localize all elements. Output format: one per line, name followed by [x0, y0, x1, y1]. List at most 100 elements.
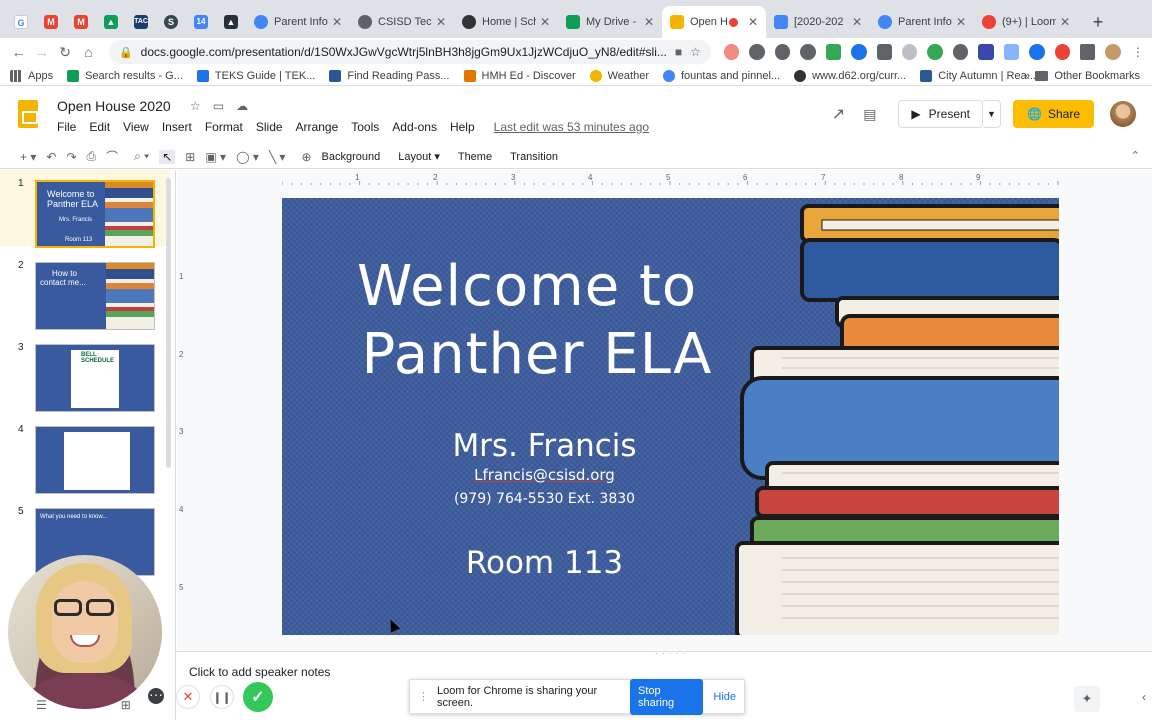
extension-eye-icon[interactable] — [952, 44, 969, 60]
side-panel-chevron-icon[interactable]: ‹ — [1142, 690, 1146, 704]
teacher-name[interactable]: Mrs. Francis — [422, 428, 667, 464]
forward-arrow-icon[interactable]: → — [31, 41, 52, 63]
extension-pinterest-icon[interactable] — [749, 44, 765, 60]
present-dropdown-chevron-icon[interactable]: ▼ — [983, 100, 1002, 128]
print-icon[interactable]: ⎙ — [87, 149, 97, 164]
grid-view-icon[interactable]: ⊞ — [121, 698, 131, 712]
hide-button[interactable]: Hide — [713, 691, 736, 703]
line-icon[interactable]: ╲ ▾ — [269, 150, 286, 164]
extension-tv-icon[interactable] — [1003, 44, 1020, 60]
tab-4-active[interactable]: Open H ✕ — [662, 6, 766, 38]
home-icon[interactable]: ⌂ — [78, 41, 99, 63]
slide-thumbnail-3[interactable]: 3 BELL SCHEDULE — [0, 334, 170, 412]
document-title[interactable]: Open House 2020 — [57, 98, 171, 114]
tab-close-icon[interactable]: ✕ — [540, 15, 550, 29]
collapse-chevron-up-icon[interactable]: ⌃ — [1131, 149, 1140, 162]
extension-cloud-icon[interactable] — [800, 44, 816, 60]
tab-close-icon[interactable]: ✕ — [644, 15, 654, 29]
tab-close-icon[interactable]: ✕ — [436, 15, 446, 29]
new-slide-plus-icon[interactable]: + ▾ — [20, 150, 36, 164]
extension-blue-icon[interactable] — [851, 44, 867, 60]
tab-close-icon[interactable]: ✕ — [332, 15, 342, 29]
address-bar[interactable]: 🔒 docs.google.com/presentation/d/1S0WxJG… — [108, 40, 711, 64]
tab-1[interactable]: CSISD Tech ✕ — [350, 6, 454, 38]
menu-insert[interactable]: Insert — [162, 120, 192, 134]
pinned-tab-classroom[interactable]: ▲ — [216, 6, 246, 38]
menu-file[interactable]: File — [57, 120, 76, 134]
room-number[interactable]: Room 113 — [452, 545, 637, 581]
move-folder-icon[interactable]: ▭ — [213, 99, 224, 113]
tab-close-icon[interactable]: ✕ — [748, 15, 758, 29]
current-slide[interactable]: Welcome to Panther ELA Mrs. Francis Lfra… — [282, 198, 1059, 635]
menu-edit[interactable]: Edit — [89, 120, 110, 134]
explore-icon[interactable]: ✦ — [1074, 686, 1100, 712]
last-edit-link[interactable]: Last edit was 53 minutes ago — [494, 120, 649, 134]
tab-5[interactable]: [2020-202 ✕ — [766, 6, 870, 38]
pinned-tab-skyward[interactable]: S — [156, 6, 186, 38]
extension-screencast-icon[interactable] — [876, 44, 892, 60]
zoom-icon[interactable]: ⌕ ▾ — [134, 149, 149, 164]
new-tab-button[interactable]: + — [1084, 6, 1112, 38]
tab-close-icon[interactable]: ✕ — [956, 15, 966, 29]
background-button[interactable]: Background — [322, 151, 381, 163]
extension-red-icon[interactable] — [1054, 44, 1070, 60]
menu-arrange[interactable]: Arrange — [296, 120, 339, 134]
cloud-saved-icon[interactable]: ☁ — [236, 99, 248, 113]
pinned-tab-gmail-2[interactable]: M — [66, 6, 96, 38]
insert-comment-icon[interactable]: ⊕ — [301, 150, 311, 164]
star-icon[interactable]: ☆ — [190, 99, 201, 113]
select-cursor-icon[interactable]: ↖ — [159, 149, 176, 164]
extension-grammar-green-icon[interactable] — [927, 44, 943, 60]
extension-gray-icon[interactable] — [901, 44, 918, 60]
extension-video-icon[interactable] — [1029, 44, 1045, 60]
pinned-tab-gmail-1[interactable]: M — [36, 6, 66, 38]
browser-menu-icon[interactable]: ⋮ — [1132, 45, 1144, 59]
back-arrow-icon[interactable]: ← — [8, 41, 29, 63]
tab-6[interactable]: Parent Info ✕ — [870, 6, 974, 38]
tab-2[interactable]: Home | Sch ✕ — [454, 6, 558, 38]
profile-avatar-icon[interactable] — [1105, 44, 1121, 60]
share-button[interactable]: 🌐 Share — [1013, 100, 1094, 128]
extensions-puzzle-icon[interactable] — [1080, 44, 1096, 60]
list-view-icon[interactable]: ☰ — [36, 698, 47, 712]
slide-title-line-1[interactable]: Welcome to — [357, 254, 697, 319]
slide-thumbnail-1[interactable]: 1 Welcome to Panther ELA Mrs. Francis Ro… — [0, 170, 170, 248]
extension-grammarly-icon[interactable] — [774, 44, 791, 60]
shape-icon[interactable]: ◯ ▾ — [236, 150, 259, 164]
menu-addons[interactable]: Add-ons — [392, 120, 437, 134]
menu-format[interactable]: Format — [205, 120, 243, 134]
bookmark-item[interactable]: Find Reading Pass... — [329, 69, 450, 82]
tab-0[interactable]: Parent Info ✕ — [246, 6, 350, 38]
bookmark-item[interactable]: HMH Ed - Discover — [463, 69, 576, 82]
loom-finish-check-icon[interactable]: ✓ — [243, 682, 273, 712]
menu-slide[interactable]: Slide — [256, 120, 283, 134]
teacher-phone[interactable]: (979) 764-5530 Ext. 3830 — [432, 491, 657, 507]
stop-sharing-button[interactable]: Stop sharing — [630, 678, 704, 715]
bookmark-item[interactable]: www.d62.org/curr... — [794, 69, 906, 82]
user-avatar[interactable] — [1110, 101, 1136, 127]
reload-icon[interactable]: ↻ — [54, 41, 75, 63]
loom-pause-icon[interactable]: ❙❙ — [210, 685, 234, 709]
bookmark-item[interactable]: Search results - G... — [67, 69, 183, 82]
other-bookmarks[interactable]: Other Bookmarks — [1035, 70, 1140, 82]
bookmark-item[interactable]: Weather — [589, 69, 649, 82]
tab-close-icon[interactable]: ✕ — [852, 15, 862, 29]
extension-c-icon[interactable] — [978, 44, 994, 60]
theme-button[interactable]: Theme — [458, 151, 492, 163]
redo-icon[interactable]: ↷ — [66, 150, 76, 164]
image-icon[interactable]: ▣ ▾ — [205, 150, 226, 164]
layout-dropdown[interactable]: Layout ▾ — [398, 150, 440, 163]
pinned-tab-calendar[interactable]: 14 — [186, 6, 216, 38]
slide-thumbnail-2[interactable]: 2 How to contact me... — [0, 252, 170, 330]
bookmark-item[interactable]: Apps — [10, 69, 53, 82]
paint-format-icon[interactable]: ⌒ — [106, 148, 118, 165]
tab-close-icon[interactable]: ✕ — [1060, 15, 1070, 29]
camera-icon[interactable]: ■ — [675, 45, 682, 59]
extension-green-icon[interactable] — [825, 44, 842, 60]
notes-resize-handle[interactable]: · · · · · — [655, 649, 686, 658]
tab-7[interactable]: (9+) | Loom ✕ — [974, 6, 1078, 38]
menu-help[interactable]: Help — [450, 120, 475, 134]
extension-loom-icon[interactable] — [723, 44, 740, 60]
comments-icon[interactable]: ▤ — [863, 106, 876, 123]
menu-tools[interactable]: Tools — [351, 120, 379, 134]
